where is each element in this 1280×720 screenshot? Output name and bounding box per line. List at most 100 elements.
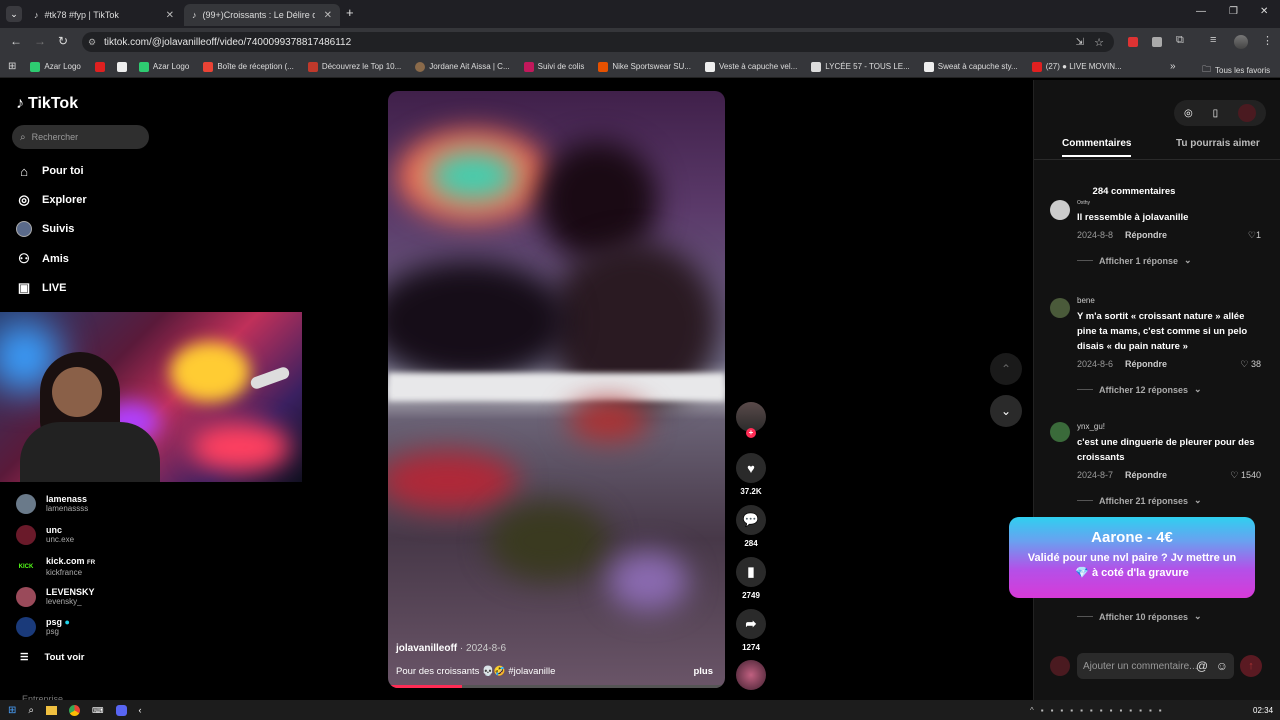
next-video-button[interactable]: ⌄ [990, 395, 1022, 427]
nav-following[interactable]: Suivis [16, 221, 74, 237]
apps-grid-icon[interactable]: ⊞ [8, 61, 16, 72]
bookmark-item[interactable]: (27) ● LIVE MOVIN... [1031, 61, 1122, 72]
followed-account-item[interactable]: lamenass lamenassss [16, 494, 88, 514]
bookmark-item[interactable] [116, 61, 131, 72]
comment-like[interactable]: ♡ 38 [1240, 359, 1261, 370]
windows-start-icon[interactable]: ⊞ [8, 705, 16, 716]
search-icon[interactable]: ⌕ [28, 705, 34, 716]
reply-button[interactable]: Répondre [1125, 230, 1167, 240]
discord-icon[interactable] [115, 704, 127, 716]
browser-toolbar: ← → ↻ ⚙ tiktok.com/@jolavanilleoff/video… [0, 28, 1280, 56]
tab-list-icon[interactable]: ⌄ [6, 6, 22, 22]
followed-account-item[interactable]: KICK kick.com FR kickfrance [16, 556, 95, 578]
video-player[interactable]: jolavanilleoff · 2024-8-6 Pour des crois… [388, 91, 725, 688]
media-control-icon[interactable]: ≡ [1210, 34, 1216, 46]
mention-icon[interactable]: @ [1196, 659, 1208, 673]
avatar[interactable] [1050, 200, 1070, 220]
show-replies-button[interactable]: Afficher 10 réponses ⌄ [1077, 611, 1202, 622]
close-window-button[interactable]: ✕ [1260, 6, 1268, 17]
bookmark-item[interactable]: Sweat à capuche sty... [923, 61, 1018, 72]
see-all-link[interactable]: ☰ Tout voir [20, 652, 84, 663]
minimize-window-button[interactable]: — [1196, 6, 1206, 17]
reply-button[interactable]: Répondre [1125, 359, 1167, 369]
terminal-icon[interactable]: ⌨ [92, 706, 104, 715]
bookmark-item[interactable] [94, 61, 109, 72]
explore-icon[interactable]: ◎ [1184, 108, 1193, 119]
nav-for-you[interactable]: ⌂ Pour toi [16, 163, 84, 179]
bookmark-star-icon[interactable]: ☆ [1094, 36, 1104, 49]
previous-video-button[interactable]: ⌃ [990, 353, 1022, 385]
search-input[interactable]: ⌕ Rechercher [12, 125, 149, 149]
tiktok-logo[interactable]: ♪ TikTok [16, 95, 78, 113]
extensions-puzzle-icon[interactable]: ⧉ [1176, 34, 1184, 47]
share-button[interactable]: ➦ 1274 [736, 609, 766, 652]
video-author-line: jolavanilleoff · 2024-8-6 [396, 643, 507, 654]
video-progress-bar[interactable] [388, 685, 725, 688]
followed-account-item[interactable]: LEVENSKY levensky_ [16, 587, 95, 607]
reload-icon[interactable]: ↻ [58, 34, 68, 48]
bookmark-item[interactable]: Découvrez le Top 10... [307, 61, 401, 72]
close-tab-icon[interactable]: ✕ [324, 10, 332, 21]
bookmark-item[interactable]: Azar Logo [138, 61, 189, 72]
bookmark-item[interactable]: Boîte de réception (... [203, 61, 294, 72]
back-icon[interactable]: ← [10, 34, 22, 48]
followed-account-item[interactable]: psg ● psg [16, 617, 70, 637]
install-app-icon[interactable]: ⇲ [1076, 37, 1084, 48]
browser-tab-2[interactable]: ♪ (99+)Croissants : Le Délire de M ✕ [184, 4, 340, 26]
show-replies-button[interactable]: Afficher 12 réponses ⌄ [1077, 384, 1261, 395]
caption-more-link[interactable]: plus [693, 666, 713, 677]
nav-friends[interactable]: ⚇ Amis [16, 251, 69, 267]
extension-red-icon[interactable] [1128, 37, 1138, 47]
chrome-icon[interactable] [69, 704, 80, 716]
bookmark-item[interactable]: Jordane Ait Aissa | C... [415, 61, 510, 72]
nav-explore[interactable]: ◎ Explorer [16, 192, 86, 208]
tab-you-may-like[interactable]: Tu pourrais aimer [1176, 138, 1260, 149]
device-icon[interactable]: ▯ [1213, 108, 1219, 119]
app-icon[interactable]: ‹ [139, 705, 142, 715]
bookmark-item[interactable]: LYCÉE 57 - TOUS LE... [811, 61, 910, 72]
site-info-icon[interactable]: ⚙ [88, 37, 96, 48]
address-bar[interactable]: ⚙ tiktok.com/@jolavanilleoff/video/74000… [82, 32, 1114, 52]
video-author[interactable]: jolavanilleoff [396, 643, 457, 654]
bookmark-item[interactable]: Azar Logo [30, 61, 81, 72]
reply-button[interactable]: Répondre [1125, 470, 1167, 480]
restore-window-button[interactable]: ❐ [1229, 6, 1238, 17]
post-comment-button[interactable]: ↑ [1240, 655, 1262, 677]
emoji-icon[interactable]: ☺ [1216, 659, 1228, 673]
file-explorer-icon[interactable] [46, 705, 57, 715]
music-disc-icon[interactable] [736, 660, 766, 690]
forward-icon[interactable]: → [34, 34, 46, 48]
creator-avatar[interactable]: + [736, 402, 766, 438]
browser-menu-icon[interactable]: ⋮ [1262, 34, 1273, 47]
extension-grey-icon[interactable] [1152, 37, 1162, 47]
new-tab-button[interactable]: + [346, 5, 354, 20]
comment-username[interactable]: ynx_gu! [1077, 422, 1261, 431]
bookmark-item[interactable]: Nike Sportswear SU... [598, 61, 691, 72]
close-tab-icon[interactable]: ✕ [166, 10, 174, 21]
browser-tab-1[interactable]: ♪ #tk78 #fyp | TikTok ✕ [26, 4, 182, 26]
avatar[interactable] [1050, 422, 1070, 442]
bookmark-item[interactable]: Veste à capuche vel... [705, 61, 797, 72]
show-replies-button[interactable]: Afficher 21 réponses ⌄ [1077, 495, 1261, 506]
profile-avatar[interactable] [1234, 35, 1248, 49]
comment-like[interactable]: ♡1 [1248, 230, 1261, 241]
comment-username[interactable]: bene [1077, 296, 1261, 305]
follow-plus-icon[interactable]: + [746, 428, 756, 438]
clock[interactable]: 02:34 [1253, 706, 1273, 715]
tab-comments[interactable]: Commentaires [1062, 138, 1132, 157]
nav-live[interactable]: ▣ LIVE [16, 280, 67, 296]
show-replies-button[interactable]: Afficher 1 réponse ⌄ [1077, 255, 1261, 266]
bookmark-item[interactable]: Suivi de colis [523, 61, 584, 72]
add-comment-input[interactable]: Ajouter un commentaire... @ ☺ [1077, 653, 1234, 679]
comment-like[interactable]: ♡ 1540 [1230, 470, 1261, 481]
tab-label: (99+)Croissants : Le Délire de M [202, 10, 315, 20]
comment-button[interactable]: 💬 284 [736, 505, 766, 548]
all-favorites-folder[interactable]: 🗀 Tous les favoris [1202, 62, 1270, 78]
more-bookmarks-icon[interactable]: » [1170, 61, 1176, 72]
avatar[interactable] [1050, 298, 1070, 318]
comment-username[interactable]: Oxthy [1077, 200, 1261, 206]
profile-avatar[interactable] [1238, 104, 1257, 122]
followed-account-item[interactable]: unc unc.exe [16, 525, 74, 545]
save-button[interactable]: ▮ 2749 [736, 557, 766, 600]
like-button[interactable]: ♥ 37.2K [736, 453, 766, 496]
